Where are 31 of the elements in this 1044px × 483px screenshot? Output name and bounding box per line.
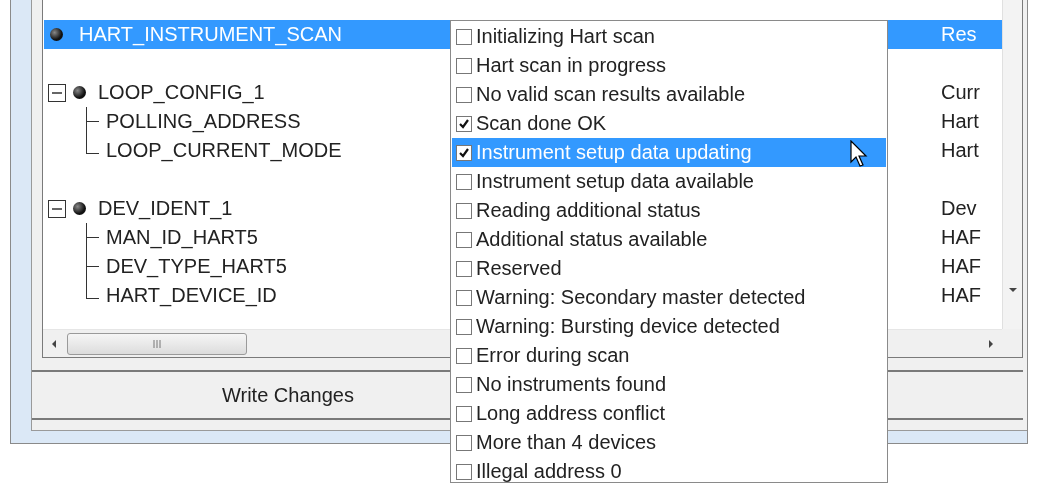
node-name: HART_DEVICE_ID	[106, 284, 277, 307]
item-label: No instruments found	[476, 373, 667, 396]
node-name: DEV_TYPE_HART5	[106, 255, 287, 278]
item-label: No valid scan results available	[476, 83, 746, 106]
node-name: MAN_ID_HART5	[106, 226, 258, 249]
item-label: Illegal address 0	[476, 460, 622, 482]
node-name: DEV_IDENT_1	[98, 197, 233, 220]
item-label: Additional status available	[476, 228, 708, 251]
node-value: Curr	[941, 81, 980, 104]
node-name: LOOP_CONFIG_1	[98, 81, 265, 104]
item-label: Warning: Bursting device detected	[476, 315, 780, 338]
item-label: Instrument setup data available	[476, 170, 754, 193]
node-name: LOOP_CURRENT_MODE	[106, 139, 342, 162]
item-label: Hart scan in progress	[476, 54, 667, 77]
node-value: Hart	[941, 139, 979, 162]
node-value: HAF	[941, 226, 981, 249]
item-label: Instrument setup data updating	[476, 141, 752, 164]
node-value: HAF	[941, 255, 981, 278]
item-label: Error during scan	[476, 344, 630, 367]
item-label: Initializing Hart scan	[476, 25, 655, 48]
item-label: Scan done OK	[476, 112, 607, 135]
item-label: Warning: Secondary master detected	[476, 286, 806, 309]
node-value: HAF	[941, 284, 981, 307]
node-name: POLLING_ADDRESS	[106, 110, 301, 133]
node-name: HART_INSTRUMENT_SCAN	[79, 23, 342, 46]
node-value: Res	[941, 23, 977, 46]
item-label: Reserved	[476, 257, 562, 280]
item-label: More than 4 devices	[476, 431, 657, 454]
item-label: Reading additional status	[476, 199, 701, 222]
node-value: Hart	[941, 110, 979, 133]
node-value: Dev	[941, 197, 977, 220]
